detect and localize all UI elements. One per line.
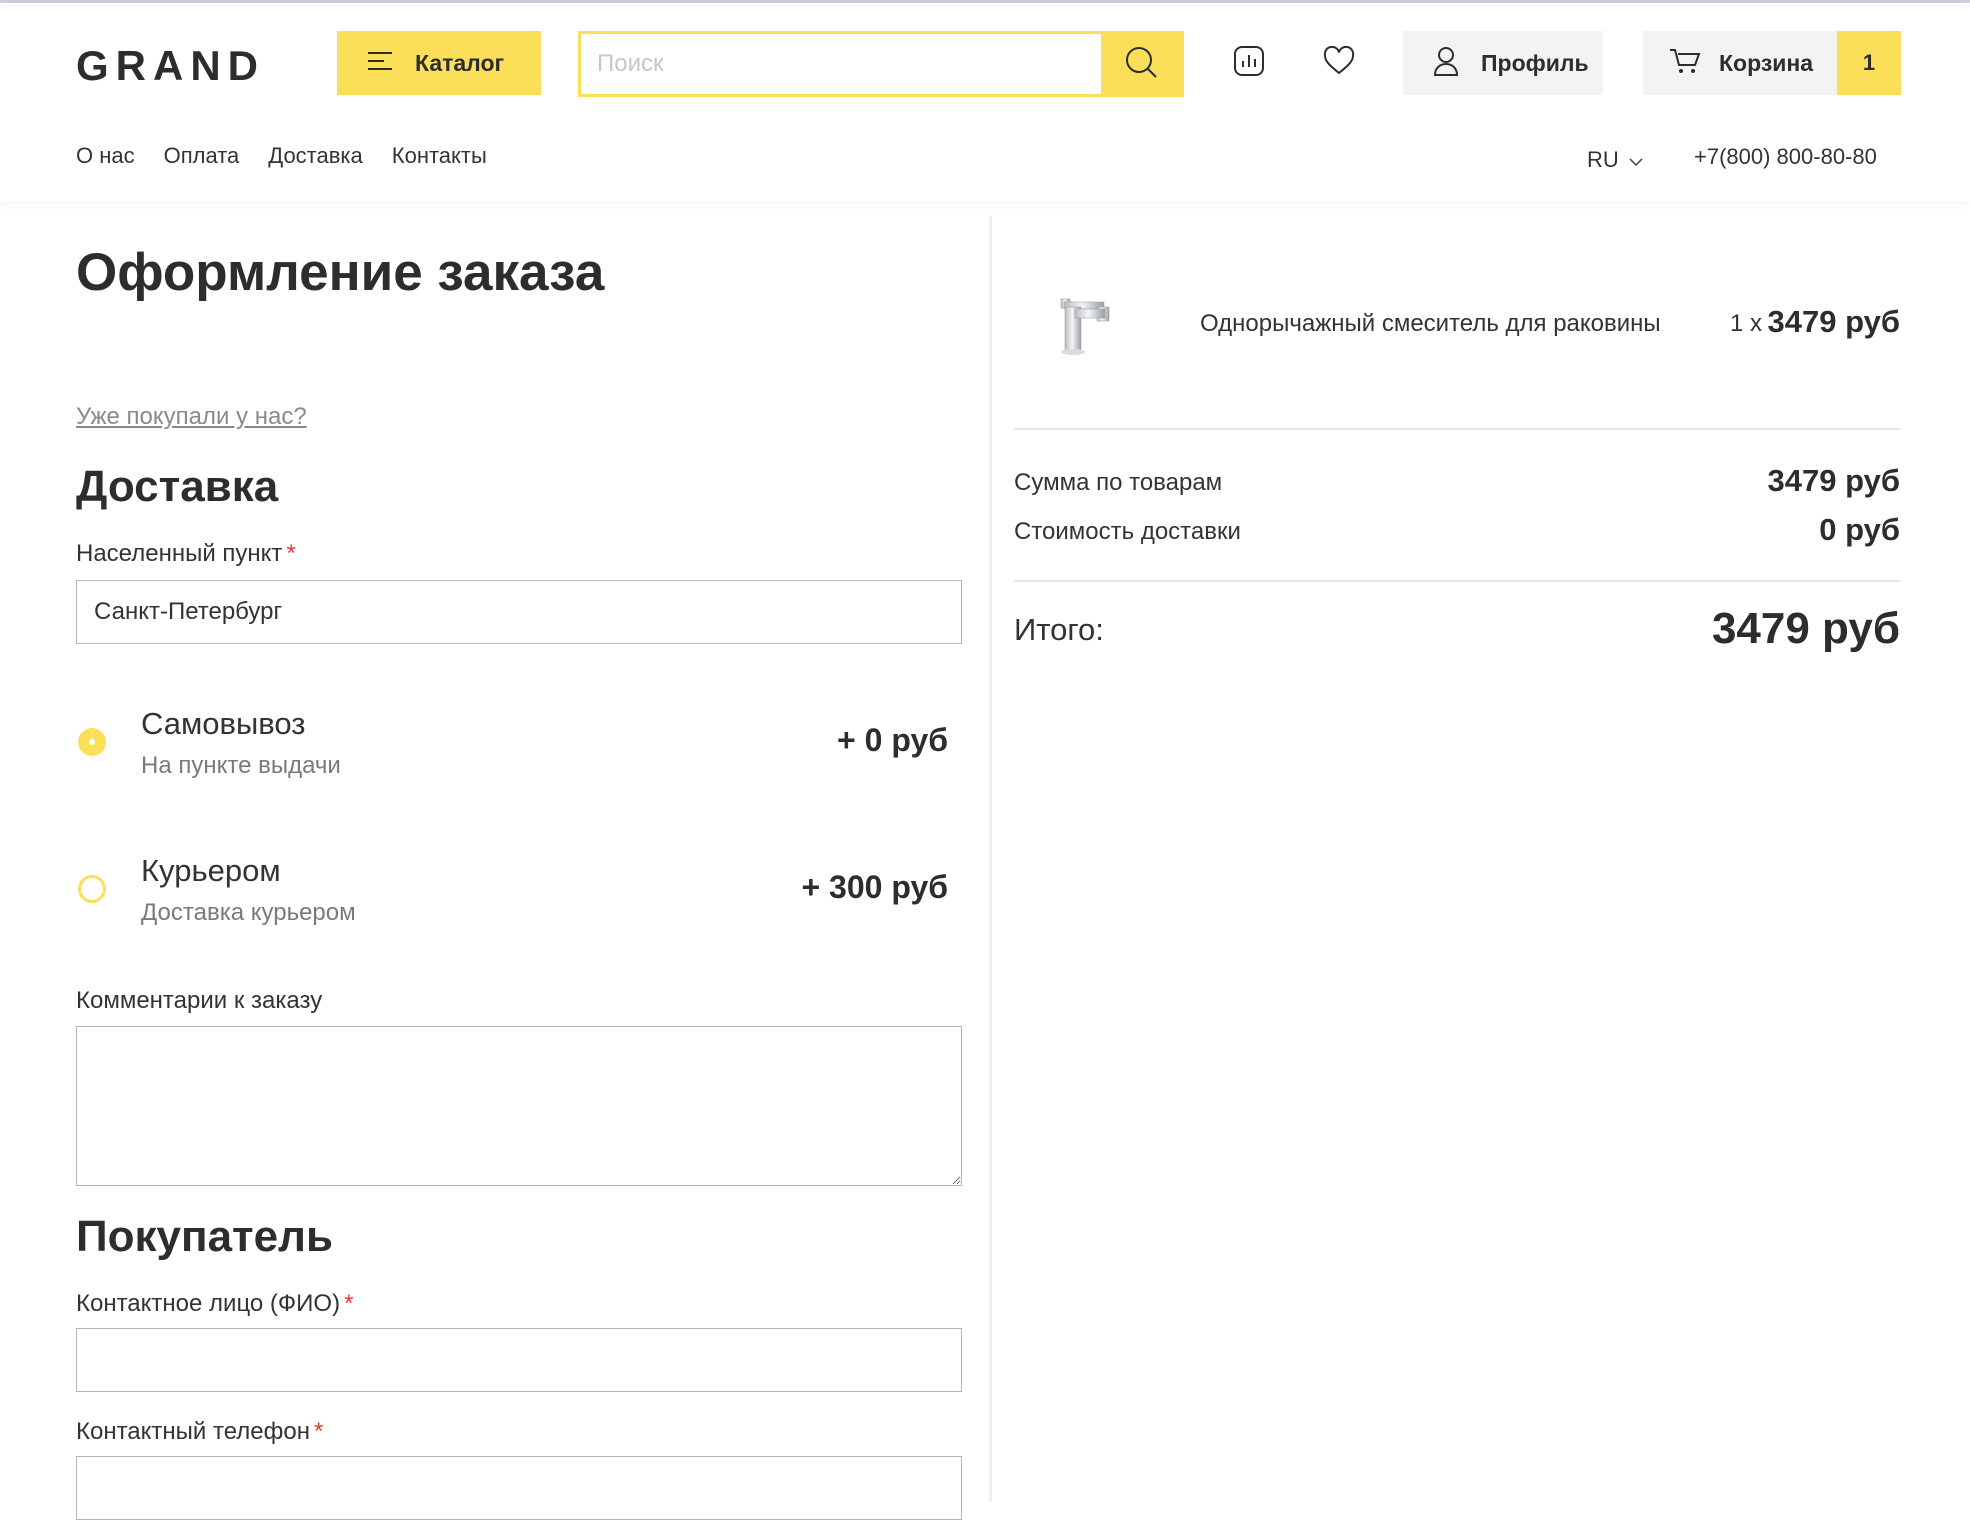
comments-textarea[interactable] — [76, 1026, 962, 1186]
catalog-label: Каталог — [415, 49, 505, 76]
cart-icon — [1669, 47, 1701, 80]
cart-button[interactable]: Корзина — [1643, 31, 1837, 95]
option-title: Курьером — [141, 853, 281, 888]
site-header: GRAND Каталог Профиль Корзи — [0, 3, 1970, 201]
search-icon — [1124, 45, 1158, 84]
phone-input[interactable] — [76, 1456, 962, 1520]
top-nav: О нас Оплата Доставка Контакты — [76, 143, 487, 169]
option-subtitle: На пункте выдачи — [141, 752, 341, 779]
delivery-heading: Доставка — [76, 462, 279, 511]
goods-sum-value: 3479 руб — [1767, 463, 1901, 498]
already-bought-link[interactable]: Уже покупали у нас? — [76, 403, 307, 431]
radio-courier[interactable] — [78, 875, 106, 903]
search-button[interactable] — [1101, 34, 1181, 94]
profile-button[interactable]: Профиль — [1403, 31, 1603, 95]
search-input[interactable] — [581, 34, 1101, 94]
summary-divider — [1014, 580, 1900, 582]
page-title: Оформление заказа — [76, 243, 605, 302]
delivery-cost-value: 0 руб — [1819, 512, 1900, 547]
nav-delivery[interactable]: Доставка — [268, 143, 362, 169]
menu-icon — [367, 51, 393, 76]
profile-label: Профиль — [1481, 49, 1589, 76]
phone-label: Контактный телефон * — [76, 1418, 323, 1446]
name-input[interactable] — [76, 1328, 962, 1392]
radio-pickup[interactable] — [78, 728, 106, 756]
goods-sum-label: Сумма по товарам — [1014, 469, 1223, 496]
delivery-cost-label: Стоимость доставки — [1014, 518, 1241, 545]
required-mark: * — [344, 1290, 354, 1317]
search-bar — [578, 31, 1184, 97]
product-quantity: 1 x — [1730, 310, 1763, 337]
comments-label: Комментарии к заказу — [76, 987, 323, 1014]
catalog-button[interactable]: Каталог — [337, 31, 541, 95]
product-name[interactable]: Однорычажный смеситель для раковины — [1200, 310, 1661, 338]
favorites-button[interactable] — [1319, 43, 1359, 83]
language-selector[interactable]: RU — [1587, 147, 1643, 173]
faucet-icon — [1060, 298, 1110, 355]
product-image[interactable] — [1049, 285, 1129, 365]
cart-label: Корзина — [1719, 49, 1814, 76]
option-price: + 300 руб — [801, 869, 948, 905]
total-value: 3479 руб — [1711, 604, 1900, 653]
heart-icon — [1323, 45, 1355, 81]
delivery-option-pickup[interactable]: Самовывоз На пункте выдачи + 0 руб — [76, 706, 962, 806]
delivery-option-courier[interactable]: Курьером Доставка курьером + 300 руб — [76, 853, 962, 953]
city-label: Населенный пункт * — [76, 540, 296, 568]
total-label: Итого: — [1014, 612, 1104, 647]
option-title: Самовывоз — [141, 706, 306, 741]
column-divider — [989, 216, 992, 1502]
required-mark: * — [286, 540, 296, 567]
nav-contacts[interactable]: Контакты — [392, 143, 487, 169]
summary-divider — [1014, 428, 1900, 430]
product-price: 3479 руб — [1767, 304, 1901, 339]
phone-number[interactable]: +7(800) 800-80-80 — [1694, 144, 1877, 170]
option-price: + 0 руб — [837, 722, 948, 758]
nav-about[interactable]: О нас — [76, 143, 135, 169]
name-label: Контактное лицо (ФИО) * — [76, 1290, 353, 1318]
city-input[interactable] — [76, 580, 962, 644]
required-mark: * — [313, 1418, 324, 1445]
compare-button[interactable] — [1229, 43, 1269, 83]
chevron-down-icon — [1629, 147, 1643, 173]
cart-count-badge[interactable]: 1 — [1837, 31, 1901, 95]
compare-icon — [1233, 45, 1265, 82]
city-label-text: Населенный пункт — [76, 540, 283, 567]
logo[interactable]: GRAND — [76, 42, 265, 90]
option-subtitle: Доставка курьером — [141, 899, 356, 926]
buyer-heading: Покупатель — [76, 1212, 334, 1261]
phone-label-text: Контактный телефон — [76, 1418, 310, 1445]
nav-payment[interactable]: Оплата — [164, 143, 240, 169]
user-icon — [1433, 46, 1459, 81]
language-label: RU — [1587, 147, 1619, 172]
name-label-text: Контактное лицо (ФИО) — [76, 1290, 341, 1317]
